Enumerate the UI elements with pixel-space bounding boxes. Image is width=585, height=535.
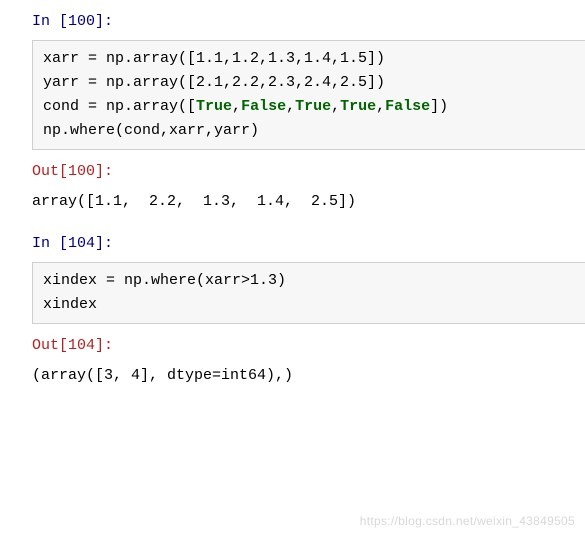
output-prompt: Out[104]: bbox=[32, 334, 585, 358]
output-prompt: Out[100]: bbox=[32, 160, 585, 184]
watermark: https://blog.csdn.net/weixin_43849505 bbox=[360, 512, 575, 531]
input-prompt: In [100]: bbox=[32, 10, 585, 34]
cell-100: In [100]: xarr = np.array([1.1,1.2,1.3,1… bbox=[0, 10, 585, 214]
code-input[interactable]: xindex = np.where(xarr>1.3)xindex bbox=[32, 262, 585, 324]
code-input[interactable]: xarr = np.array([1.1,1.2,1.3,1.4,1.5])ya… bbox=[32, 40, 585, 150]
output-text: (array([3, 4], dtype=int64),) bbox=[32, 364, 585, 388]
output-text: array([1.1, 2.2, 1.3, 1.4, 2.5]) bbox=[32, 190, 585, 214]
input-prompt: In [104]: bbox=[32, 232, 585, 256]
cell-104: In [104]: xindex = np.where(xarr>1.3)xin… bbox=[0, 232, 585, 388]
